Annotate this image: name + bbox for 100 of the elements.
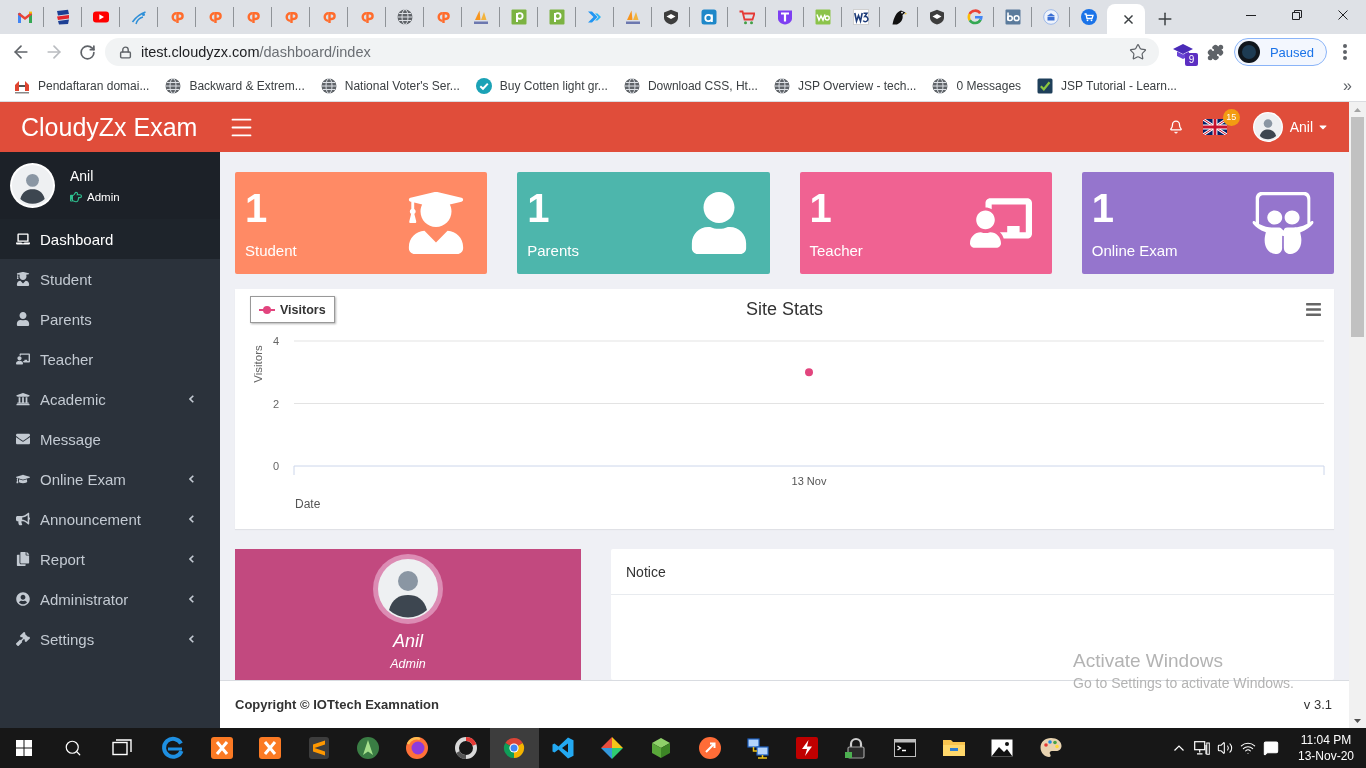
stripes-tile-icon	[307, 736, 332, 760]
sidebar-item[interactable]: Announcement	[0, 499, 220, 539]
user-role: Admin	[87, 191, 120, 203]
bookmark[interactable]: 0 Messages	[926, 72, 1028, 99]
chevron-up-icon	[1174, 745, 1185, 751]
graduate-icon	[16, 272, 30, 286]
arrow-circle-icon	[697, 736, 722, 760]
check-square-icon	[1037, 77, 1054, 94]
cross-tile-icon	[209, 736, 234, 760]
clock-time: 11:04 PM	[1300, 733, 1352, 747]
stat-count: 1	[527, 187, 551, 228]
sidebar-item[interactable]: Administrator	[0, 579, 220, 619]
shield-icon	[662, 9, 679, 25]
compass-icon	[355, 736, 380, 760]
swoosh-icon	[130, 9, 147, 25]
hand-pointer-icon	[70, 191, 82, 203]
avatar-silhouette	[373, 554, 443, 624]
sidebar-item[interactable]: Academic	[0, 379, 220, 419]
more-bookmarks-button[interactable]: »	[1337, 72, 1358, 99]
sidebar-item[interactable]: Teacher	[0, 339, 220, 379]
close-icon[interactable]	[1124, 14, 1133, 24]
segmented-circle-icon	[502, 736, 527, 760]
star-icon[interactable]	[1128, 43, 1147, 61]
sidebar-item[interactable]: Report	[0, 539, 220, 579]
sidebar-item[interactable]: Dashboard	[0, 219, 220, 259]
menu-icon	[1305, 300, 1322, 318]
bullhorn-icon	[16, 512, 30, 526]
tile-logo-icon	[700, 9, 717, 25]
bolt-tile-icon	[795, 736, 820, 760]
stripes-logo-icon	[54, 9, 71, 25]
swirl-icon	[160, 736, 185, 760]
restore-icon	[1292, 10, 1302, 20]
mail-icon	[16, 9, 33, 25]
sidebar-item[interactable]: Message	[0, 419, 220, 459]
cart-icon	[738, 9, 755, 25]
flag-icon[interactable]	[1202, 119, 1227, 135]
globe-icon	[623, 77, 640, 94]
profile-role: Admin	[390, 657, 426, 671]
computers-icon	[746, 736, 771, 760]
stat-label: Online Exam	[1091, 241, 1178, 259]
profile-button[interactable]: Paused	[1233, 38, 1327, 66]
close-icon	[1338, 10, 1348, 20]
caret-down-icon	[1354, 719, 1361, 723]
bookmark[interactable]: National Voter's Ser...	[314, 72, 466, 99]
cart-icon	[1080, 9, 1097, 25]
sidebar-item[interactable]: Settings	[0, 619, 220, 659]
globe-icon	[165, 77, 182, 94]
tile-logo-icon	[1004, 9, 1021, 25]
bookmark[interactable]: JSP Overview - tech...	[767, 72, 923, 99]
graduation-cap-icon	[16, 472, 30, 486]
notification-icon	[1263, 740, 1280, 756]
ribbon-icon	[551, 736, 576, 760]
taskbar-app[interactable]	[489, 728, 539, 768]
stat-label: Parents	[527, 241, 579, 259]
search-icon	[64, 739, 83, 757]
user-name: Anil	[70, 168, 95, 184]
lock-icon	[119, 45, 132, 59]
profile-picture	[1237, 41, 1260, 63]
app-logo[interactable]: CloudyZx Exam	[0, 112, 220, 142]
profile-name: Anil	[393, 631, 423, 652]
bookmark[interactable]: Download CSS, Ht...	[617, 72, 764, 99]
sidebar-item[interactable]: Online Exam	[0, 459, 220, 499]
bookmark[interactable]: Buy Cotten light gr...	[469, 72, 614, 99]
globe-icon	[773, 77, 790, 94]
cross-tile-icon	[258, 736, 283, 760]
teacher-board-icon	[16, 352, 30, 366]
scrollbar-thumb[interactable]	[1351, 117, 1364, 337]
activation-title: Activate Windows	[1073, 650, 1224, 672]
tile-logo-icon	[852, 9, 869, 25]
diamond-icon	[599, 736, 624, 760]
ring-segments-icon	[453, 736, 478, 760]
ring-logo-icon	[966, 9, 983, 25]
globe-icon	[396, 9, 413, 25]
more-icon	[1343, 44, 1347, 60]
version-text: v 3.1	[1303, 697, 1332, 712]
bookmark[interactable]: JSP Tutorial - Learn...	[1031, 72, 1183, 99]
line-marker-icon	[259, 305, 275, 314]
copyright-text: Copyright © IOTtech Examnation	[235, 697, 439, 712]
notice-title: Notice	[626, 563, 666, 580]
badge-logo-icon	[776, 9, 793, 25]
play-icon	[92, 9, 109, 25]
sidebar-item[interactable]: Parents	[0, 299, 220, 339]
chart-menu-button[interactable]	[1305, 300, 1322, 318]
check-circle-icon	[475, 77, 492, 94]
bookmark[interactable]: Pendaftaran domai...	[8, 72, 156, 99]
user-menu[interactable]: Anil	[1252, 112, 1329, 142]
sail-logo-icon	[472, 9, 489, 25]
axis-tick-label: 0	[272, 460, 280, 472]
bell-icon	[1168, 120, 1183, 134]
axis-title: Date	[295, 497, 321, 511]
axis-tick-label: 4	[272, 335, 280, 347]
legend-item[interactable]: Visitors	[250, 296, 335, 323]
bookmark[interactable]: Backward & Extrem...	[159, 72, 311, 99]
four-squares-icon	[16, 740, 33, 756]
sidebar-item[interactable]: Student	[0, 259, 220, 299]
stat-count: 1	[809, 187, 833, 228]
reload-icon	[78, 43, 96, 61]
axis-tick-label: 13 Nov	[791, 475, 827, 487]
minimize-icon	[1246, 14, 1256, 16]
address-field[interactable]: itest.cloudyzx.com/dashboard/index	[105, 38, 1159, 66]
